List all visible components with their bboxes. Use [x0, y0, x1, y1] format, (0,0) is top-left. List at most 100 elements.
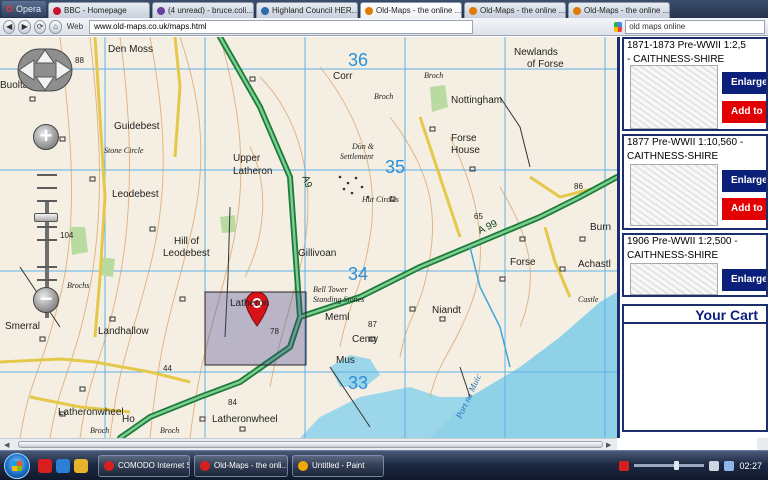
place-label: Niandt [432, 305, 461, 316]
map-thumbnail[interactable] [630, 65, 718, 129]
card-title: 1871-1873 Pre-WWII 1:2,5 [627, 40, 746, 51]
add-to-cart-button[interactable]: Add to [722, 198, 766, 220]
forward-button[interactable]: ▶ [18, 19, 31, 34]
start-button[interactable] [4, 452, 30, 479]
place-label: Meml [325, 312, 350, 323]
enlarge-button[interactable]: Enlarge [722, 72, 766, 94]
google-search-icon[interactable] [613, 21, 623, 32]
place-label: Newlands [514, 47, 558, 58]
map-pan-control [12, 45, 78, 95]
clock[interactable]: 02:27 [739, 461, 762, 471]
location-pushpin-icon[interactable] [244, 291, 270, 327]
stream [469, 246, 511, 368]
highland-favicon-icon [261, 6, 269, 15]
place-label: Stone Circle [104, 146, 144, 155]
tab-mail[interactable]: (4 unread) - bruce.coli... [152, 2, 254, 18]
place-label: Forse [451, 133, 477, 144]
zoom-out-button[interactable]: − [33, 287, 59, 313]
map-result-card: 1871-1873 Pre-WWII 1:2,5 - CAITHNESS-SHI… [622, 37, 768, 131]
map-viewport[interactable]: 36 35 34 33 A9 A 99 Den Moss Buoltach Gu… [0, 37, 617, 438]
taskbar-opera[interactable]: Old-Maps - the onli... [194, 454, 288, 477]
grid-number: 35 [385, 157, 406, 177]
spot-height: 87 [368, 320, 377, 329]
tab-highland-council[interactable]: Highland Council HER... [256, 2, 358, 18]
back-button[interactable]: ◀ [3, 19, 16, 34]
spot-height: 44 [163, 364, 172, 373]
spot-height: 65 [474, 212, 483, 221]
search-input[interactable]: old maps online [625, 19, 765, 34]
place-label: House [451, 145, 480, 156]
grid-number: 36 [348, 50, 369, 70]
map-thumbnail[interactable] [630, 164, 718, 226]
horizontal-scrollbar[interactable]: ◀ ▶ [0, 438, 617, 450]
place-label: Gillivoan [298, 248, 337, 259]
windows-taskbar: COMODO Internet S... Old-Maps - the onli… [0, 450, 768, 480]
scroll-right-icon[interactable]: ▶ [606, 441, 611, 449]
old-maps-favicon-icon [573, 6, 581, 15]
folder-launch-icon[interactable] [74, 458, 88, 473]
url-text: www.old-maps.co.uk/maps.html [94, 21, 207, 31]
place-label: Den Moss [108, 44, 154, 55]
zoom-slider-handle[interactable] [34, 213, 58, 222]
old-maps-favicon-icon [365, 6, 373, 15]
browser-tab-bar: O Opera BBC - Homepage (4 unread) - bruc… [0, 0, 768, 18]
opera-launch-icon[interactable] [38, 458, 52, 473]
place-label: Corr [333, 71, 353, 82]
tab-label: Old-Maps - the online ... [480, 6, 566, 15]
place-label: Guidebest [114, 121, 160, 132]
place-label: Hill of [174, 236, 200, 247]
volume-tray-icon[interactable] [724, 460, 735, 471]
spot-height: 78 [270, 327, 279, 336]
url-field[interactable]: www.old-maps.co.uk/maps.html [89, 19, 473, 34]
taskbar-paint[interactable]: Untitled - Paint [292, 454, 384, 477]
tab-bbc[interactable]: BBC - Homepage [48, 2, 150, 18]
cart-title: Your Cart [624, 306, 766, 324]
place-label: Latheronwheel [212, 414, 278, 425]
place-label: Dùn & [352, 142, 374, 151]
place-label: Broch [374, 92, 394, 101]
place-label: Forse [510, 257, 536, 268]
card-title: 1906 Pre-WWII 1:2,500 - [627, 236, 738, 247]
network-tray-icon[interactable] [709, 460, 720, 471]
opera-logo-icon: O [6, 4, 14, 14]
zoom-in-button[interactable]: + [33, 124, 59, 150]
scroll-left-icon[interactable]: ◀ [4, 441, 9, 449]
enlarge-button[interactable]: Enlarge [722, 170, 766, 192]
tab-label: Highland Council HER... [272, 6, 358, 15]
tab-label: (4 unread) - bruce.coli... [168, 6, 253, 15]
place-label: Latheronwheel [58, 407, 124, 418]
address-toolbar: ◀ ▶ ⟳ ⌂ Web www.old-maps.co.uk/maps.html… [0, 18, 768, 36]
place-label: Leodebest [163, 248, 210, 259]
opera-menu-button[interactable]: O Opera [2, 1, 46, 17]
map-thumbnail[interactable] [630, 263, 718, 295]
place-label: Standing Stones [313, 295, 365, 304]
add-to-cart-button[interactable]: Add to [722, 101, 766, 123]
comodo-tray-icon[interactable] [619, 460, 630, 471]
tab-old-maps-3[interactable]: Old-Maps - the online ... [568, 2, 670, 18]
web-label: Web [66, 22, 84, 31]
place-label: Castle [578, 295, 599, 304]
map-result-card: 1877 Pre-WWII 1:10,560 - CAITHNESS-SHIRE… [622, 134, 768, 230]
place-label: Mus [336, 355, 355, 366]
ie-launch-icon[interactable] [56, 458, 70, 473]
place-label: Brochs [67, 281, 90, 290]
reload-button[interactable]: ⟳ [33, 19, 47, 34]
tab-label: Old-Maps - the online ... [376, 6, 462, 15]
taskbar-comodo[interactable]: COMODO Internet S... [98, 454, 190, 477]
map-results-panel: 1871-1873 Pre-WWII 1:2,5 - CAITHNESS-SHI… [617, 37, 768, 438]
scrollbar-thumb[interactable] [18, 441, 603, 448]
tab-old-maps-active[interactable]: Old-Maps - the online ... ✕ [360, 2, 462, 18]
task-label: Untitled - Paint [312, 461, 365, 470]
bbc-favicon-icon [53, 6, 61, 15]
place-label: Ho [122, 414, 135, 425]
home-button[interactable]: ⌂ [49, 19, 62, 34]
place-label: Bell Tower [313, 285, 348, 294]
tab-old-maps-2[interactable]: Old-Maps - the online ... [464, 2, 566, 18]
tab-label: Old-Maps - the online ... [584, 6, 670, 15]
place-label: Upper [233, 153, 261, 164]
card-subtitle: CAITHNESS-SHIRE [627, 250, 719, 261]
volume-slider[interactable] [634, 461, 705, 470]
close-tab-icon[interactable]: ✕ [461, 6, 462, 15]
enlarge-button[interactable]: Enlarge [722, 269, 766, 291]
place-label: Leodebest [112, 189, 159, 200]
